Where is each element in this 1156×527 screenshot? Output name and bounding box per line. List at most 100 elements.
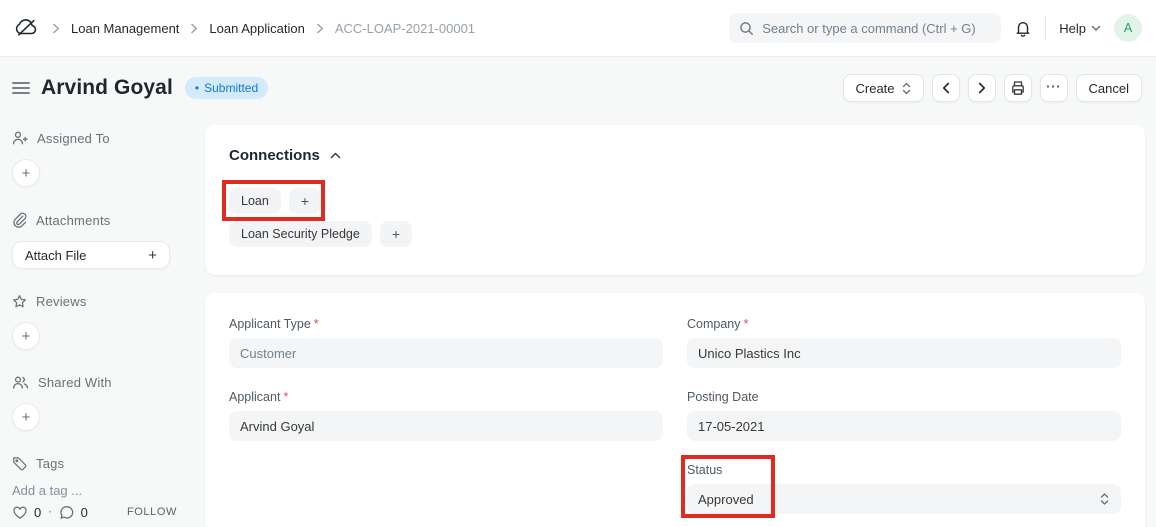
- chevron-left-icon: [942, 82, 950, 94]
- search-input[interactable]: [762, 20, 992, 36]
- count-separator: ·: [47, 503, 53, 520]
- plus-icon: +: [21, 164, 31, 182]
- plus-icon: +: [300, 193, 309, 209]
- add-loan-security-pledge-button[interactable]: +: [379, 221, 413, 247]
- comment-icon: [59, 505, 75, 520]
- chevron-right-icon: [190, 23, 198, 34]
- posting-date-label: Posting Date: [687, 390, 759, 404]
- connections-card: Connections Loan + Loan Security Pledge: [205, 125, 1145, 275]
- loan-security-pledge-connection-link[interactable]: Loan Security Pledge: [229, 221, 372, 247]
- attach-file-button[interactable]: Attach File +: [12, 241, 170, 269]
- chevron-right-icon: [978, 82, 986, 94]
- details-card: Applicant Type * Customer Applicant * Arvi…: [205, 293, 1145, 527]
- plus-icon: +: [21, 408, 31, 426]
- add-assignment-button[interactable]: +: [12, 159, 40, 187]
- collapse-section-button[interactable]: [330, 152, 341, 159]
- next-document-button[interactable]: [967, 74, 996, 102]
- printer-icon: [1010, 80, 1026, 96]
- chevron-right-icon: [52, 23, 60, 34]
- page-header: Arvind Goyal • Submitted Create ⋯ Cancel: [0, 57, 1156, 102]
- print-button[interactable]: [1003, 74, 1032, 102]
- applicant-label: Applicant *: [229, 390, 289, 404]
- reviews-section: Reviews +: [12, 294, 185, 350]
- sidebar-toggle-button[interactable]: [12, 81, 30, 95]
- breadcrumb-loan-application[interactable]: Loan Application: [209, 21, 304, 36]
- help-label: Help: [1059, 20, 1086, 36]
- page-title: Arvind Goyal: [41, 76, 173, 99]
- follow-button[interactable]: FOLLOW: [127, 506, 177, 518]
- tags-section: Tags Add a tag ...: [12, 456, 185, 498]
- required-asterisk: *: [283, 390, 289, 404]
- add-loan-button[interactable]: +: [288, 188, 321, 214]
- chevron-right-icon: [316, 23, 324, 34]
- user-plus-icon: [12, 130, 28, 146]
- breadcrumb-loan-management[interactable]: Loan Management: [71, 21, 179, 36]
- posting-date-field-group: Posting Date 17-05-2021: [687, 390, 1121, 441]
- user-avatar[interactable]: A: [1114, 14, 1142, 42]
- select-chevrons-icon: [902, 82, 911, 95]
- select-chevrons-icon: [1100, 493, 1109, 506]
- assigned-to-section: Assigned To +: [12, 130, 185, 187]
- status-label: Status: [687, 463, 723, 477]
- bell-icon: [1014, 19, 1032, 38]
- attach-file-label: Attach File: [25, 247, 87, 263]
- create-button[interactable]: Create: [842, 74, 924, 102]
- form-column-left: Applicant Type * Customer Applicant * Arvi…: [229, 317, 663, 514]
- notifications-button[interactable]: [1014, 19, 1032, 38]
- status-badge: • Submitted: [184, 77, 269, 99]
- chevron-down-icon: [1091, 25, 1101, 32]
- connection-row-loan-security-pledge: Loan Security Pledge +: [229, 221, 413, 247]
- menu-button[interactable]: ⋯: [1039, 74, 1068, 102]
- breadcrumb-current-doc: ACC-LOAP-2021-00001: [334, 20, 476, 36]
- global-search[interactable]: [729, 13, 1002, 43]
- loan-connection-link[interactable]: Loan: [229, 188, 281, 214]
- plus-icon: +: [21, 327, 31, 345]
- search-icon: [739, 21, 754, 36]
- applicant-field-group: Applicant * Arvind Goyal: [229, 390, 663, 441]
- tag-icon: [12, 456, 27, 471]
- add-share-button[interactable]: +: [12, 403, 40, 431]
- company-input[interactable]: Unico Plastics Inc: [687, 338, 1121, 368]
- company-field-group: Company * Unico Plastics Inc: [687, 317, 1121, 368]
- cloud-slash-logo-icon: [14, 18, 40, 38]
- navbar-divider: [1045, 16, 1047, 40]
- star-icon: [12, 294, 27, 309]
- status-select[interactable]: Approved: [687, 484, 1121, 514]
- status-select-value: Approved: [698, 491, 754, 507]
- cancel-button[interactable]: Cancel: [1075, 74, 1142, 102]
- status-field-group: Status Approved: [681, 455, 1121, 518]
- tags-label: Tags: [36, 456, 65, 471]
- attachments-label: Attachments: [36, 212, 111, 228]
- avatar-initial: A: [1123, 21, 1133, 35]
- chevron-up-icon: [330, 152, 341, 159]
- assigned-to-label: Assigned To: [37, 130, 110, 146]
- posting-date-input[interactable]: 17-05-2021: [687, 411, 1121, 441]
- company-label: Company *: [687, 317, 749, 331]
- required-asterisk: *: [313, 317, 319, 331]
- badge-dot: •: [194, 81, 200, 95]
- breadcrumb: Loan Management Loan Application ACC-LOA…: [52, 21, 475, 36]
- attachments-section: Attachments Attach File +: [12, 212, 185, 269]
- top-navbar: Loan Management Loan Application ACC-LOA…: [0, 0, 1156, 57]
- prev-document-button[interactable]: [931, 74, 960, 102]
- form-column-right: Company * Unico Plastics Inc Posting Date…: [681, 317, 1121, 518]
- shared-with-section: Shared With +: [12, 375, 185, 431]
- like-button[interactable]: [12, 505, 28, 520]
- comments-button[interactable]: [59, 505, 75, 520]
- comments-count: 0: [80, 504, 88, 520]
- add-review-button[interactable]: +: [12, 322, 40, 350]
- reviews-label: Reviews: [36, 294, 87, 309]
- document-sidebar: Assigned To + Attachments Attach File +: [0, 125, 205, 523]
- applicant-input[interactable]: Arvind Goyal: [229, 411, 663, 441]
- help-menu[interactable]: Help: [1059, 21, 1101, 36]
- applicant-type-input[interactable]: Customer: [229, 338, 663, 368]
- create-button-label: Create: [855, 80, 895, 96]
- likes-count: 0: [34, 504, 42, 520]
- paperclip-icon: [12, 212, 27, 228]
- connections-title: Connections: [229, 147, 320, 164]
- app-logo[interactable]: [14, 18, 40, 38]
- plus-icon: +: [148, 246, 157, 264]
- form-main-area: Connections Loan + Loan Security Pledge: [205, 125, 1145, 527]
- ellipsis-icon: ⋯: [1045, 77, 1062, 95]
- applicant-type-label: Applicant Type *: [229, 317, 319, 331]
